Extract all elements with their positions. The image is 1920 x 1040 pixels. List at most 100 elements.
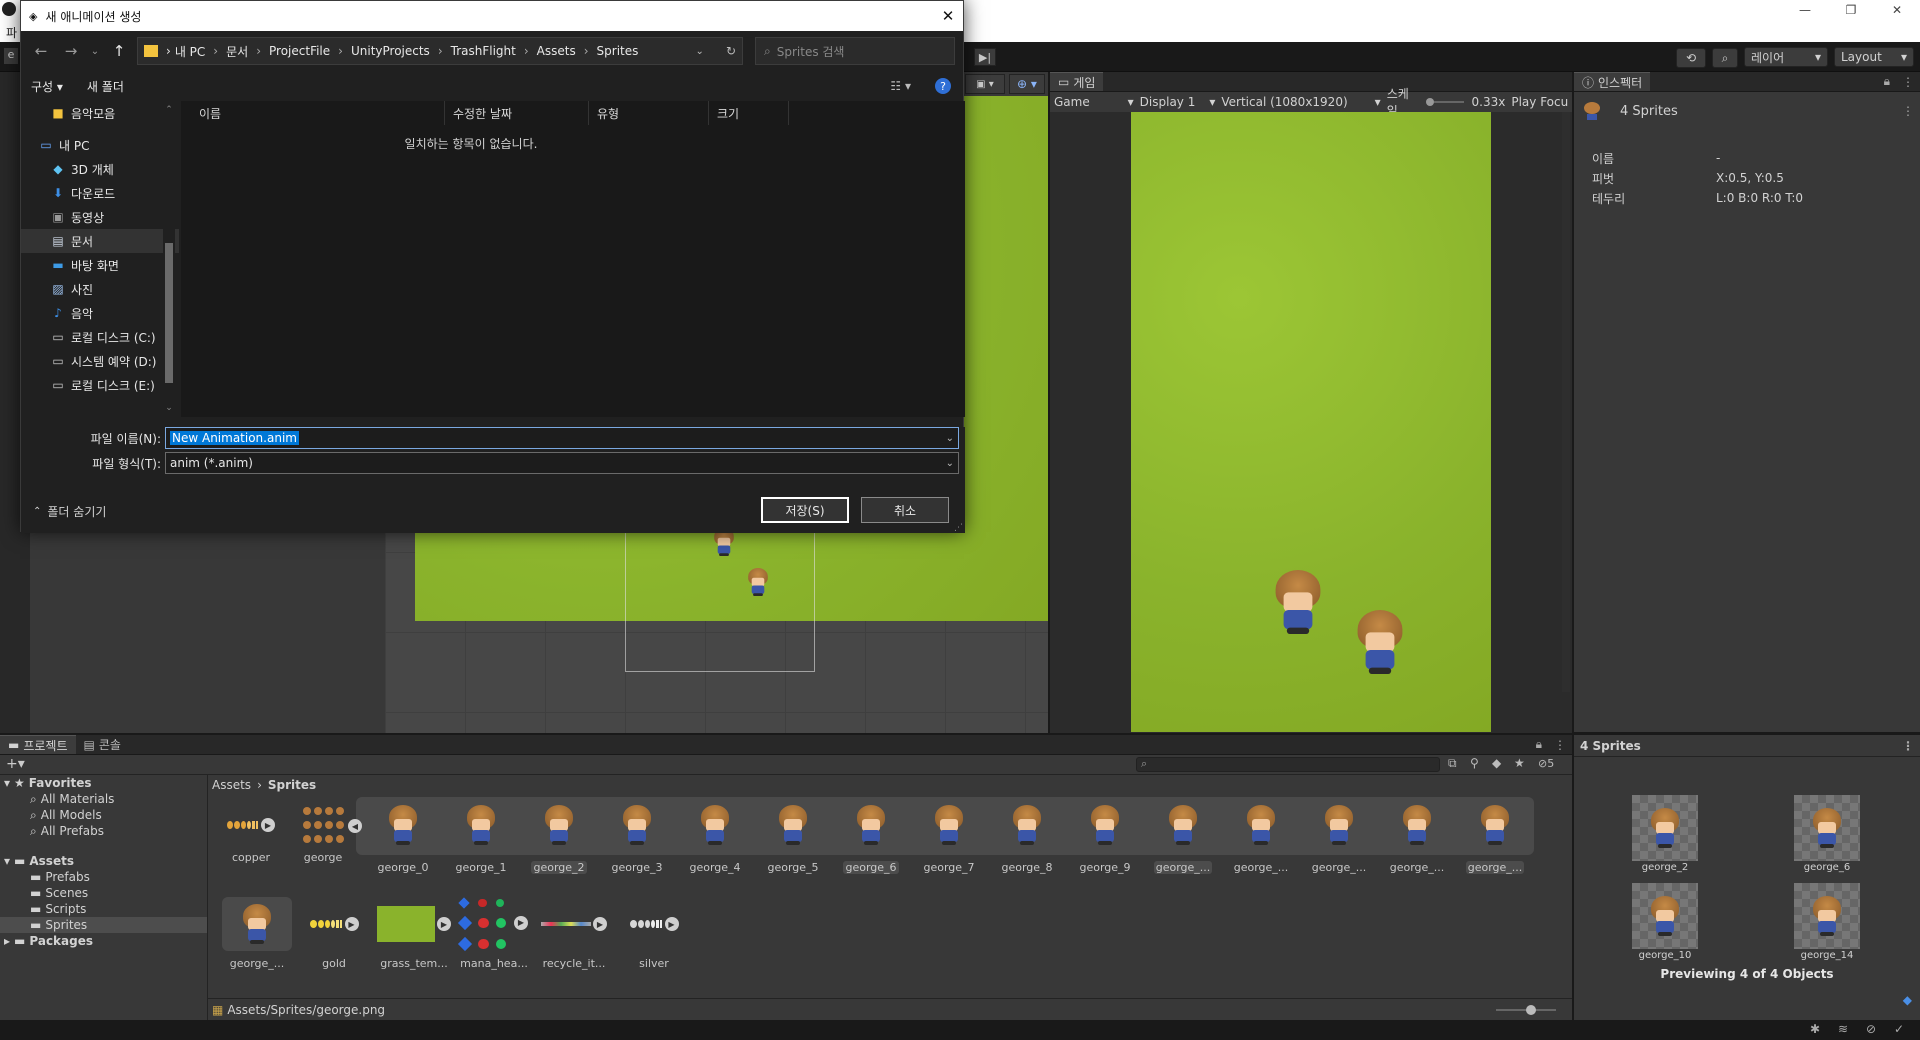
breadcrumb-item[interactable]: Sprites	[268, 778, 316, 792]
resize-grip-icon[interactable]: ⋰	[954, 523, 963, 533]
sprite-asset[interactable]: george_...	[1300, 805, 1378, 874]
help-icon[interactable]: ?	[935, 78, 951, 94]
expand-arrow-icon[interactable]: ▶	[437, 917, 451, 931]
hidden-packages-toggle[interactable]: ⊘5	[1538, 757, 1554, 770]
tab-inspector[interactable]: ⓘ 인스펙터	[1574, 72, 1651, 91]
filter-by-label-icon[interactable]: ⚲	[1470, 756, 1479, 770]
address-crumb[interactable]: 문서	[226, 43, 248, 60]
sprite-asset[interactable]: george_5	[754, 805, 832, 874]
nav-tree-item[interactable]: ▭ 내 PC	[21, 133, 179, 157]
lock-icon[interactable]: 🔒︎	[1878, 74, 1896, 91]
thumbnail-size-slider[interactable]	[1496, 1004, 1556, 1015]
address-crumb[interactable]: Assets	[537, 44, 576, 58]
layers-stack-icon[interactable]: ≋	[1838, 1022, 1848, 1036]
scene-character-sprite[interactable]	[746, 568, 770, 596]
asset-george-single[interactable]: george_...	[222, 897, 292, 970]
assets-folder[interactable]: ▾ ▬ Assets	[0, 853, 207, 869]
sprite-asset[interactable]: george_...	[1144, 805, 1222, 874]
nav-tree-item[interactable]: ▣ 동영상	[21, 205, 179, 229]
nav-tree-item[interactable]: ▬ 바탕 화면	[21, 253, 179, 277]
nav-tree-item[interactable]: ▨ 사진	[21, 277, 179, 301]
expand-arrow-icon[interactable]: ▶	[514, 915, 528, 930]
scroll-up-icon[interactable]: ⌃	[163, 105, 175, 115]
asset-grass-tile[interactable]: ▶ grass_tem...	[376, 897, 452, 970]
resolution-dropdown[interactable]: Vertical (1080x1920) ▾	[1221, 95, 1380, 109]
sprite-asset[interactable]: george_3	[598, 805, 676, 874]
favorite-item[interactable]: ⌕ All Prefabs	[0, 823, 207, 839]
folder-item[interactable]: ▬ Scripts	[0, 901, 207, 917]
asset-mana-health[interactable]: ▶ mana_hea...	[456, 897, 532, 970]
sprite-asset[interactable]: george_2	[520, 805, 598, 874]
address-crumb[interactable]: Sprites	[597, 44, 639, 58]
asset-label-icon[interactable]: ◆	[1903, 993, 1912, 1007]
address-crumb[interactable]: UnityProjects	[351, 44, 430, 58]
tool-fragment[interactable]: e	[4, 48, 18, 64]
close-window-icon[interactable]: ✕	[1874, 0, 1920, 20]
game-mode-dropdown[interactable]: Game ▾	[1054, 95, 1134, 109]
nav-tree-item[interactable]: ■ 음악모음	[21, 101, 179, 125]
address-crumb[interactable]: ProjectFile	[269, 44, 330, 58]
tab-console[interactable]: ▤ 콘솔	[75, 735, 129, 754]
forward-arrow-icon[interactable]: →	[59, 39, 83, 63]
sprite-asset[interactable]: george_1	[442, 805, 520, 874]
organize-button[interactable]: 구성 ▾	[31, 78, 63, 95]
play-focus-dropdown[interactable]: Play Focu	[1511, 95, 1568, 109]
asset-gold[interactable]: ▶ gold	[296, 897, 372, 970]
menu-fragment[interactable]: 파	[6, 24, 17, 41]
scroll-down-icon[interactable]: ⌄	[163, 403, 175, 413]
step-button[interactable]: ▶|	[974, 48, 996, 66]
filename-input[interactable]: New Animation.anim ⌄	[165, 427, 959, 449]
project-search-input[interactable]: ⌕	[1136, 757, 1440, 772]
expand-arrow-icon[interactable]: ▶	[664, 917, 679, 931]
new-folder-button[interactable]: 새 폴더	[87, 78, 124, 95]
asset-silver[interactable]: ▶ silver	[616, 897, 692, 970]
history-icon[interactable]: ⟲	[1676, 48, 1706, 68]
kebab-menu-icon[interactable]: ⋮	[1902, 104, 1914, 118]
nav-tree-item[interactable]: ▭ 로컬 디스크 (E:)	[21, 373, 179, 397]
address-crumb[interactable]: 내 PC	[175, 43, 205, 60]
packages-folder[interactable]: ▸ ▬ Packages	[0, 933, 207, 949]
chevron-down-icon[interactable]: ⌄	[696, 46, 704, 57]
layout-dropdown[interactable]: Layout ▾	[1834, 47, 1914, 67]
navigation-scrollbar[interactable]: ⌃ ⌄	[163, 105, 175, 413]
nav-tree-item[interactable]: ▤ 문서	[21, 229, 179, 253]
up-arrow-icon[interactable]: ↑	[107, 39, 131, 63]
column-name[interactable]: 이름	[181, 101, 445, 125]
filetype-select[interactable]: anim (*.anim) ⌄	[165, 452, 959, 474]
check-circle-icon[interactable]: ✓	[1894, 1022, 1904, 1036]
game-scrollbar[interactable]	[1562, 112, 1570, 692]
expand-arrow-icon[interactable]: ▶	[593, 917, 607, 931]
sprite-asset[interactable]: george_...	[1222, 805, 1300, 874]
refresh-icon[interactable]: ↻	[726, 44, 736, 58]
search-box[interactable]: ⌕ Sprites 검색	[755, 37, 955, 65]
asset-copper[interactable]: ▶ copper	[212, 805, 290, 864]
close-icon[interactable]: ✕	[933, 7, 963, 25]
chevron-right-icon[interactable]: ›	[584, 44, 589, 58]
sprite-asset[interactable]: george_9	[1066, 805, 1144, 874]
expand-arrow-icon[interactable]: ▶	[261, 818, 275, 832]
kebab-menu-icon[interactable]: ⋮	[1548, 738, 1572, 754]
cache-server-icon[interactable]: ⊘	[1866, 1022, 1876, 1036]
lock-icon[interactable]: 🔒︎	[1530, 737, 1548, 754]
favorites-header[interactable]: ▾ ★ Favorites	[0, 775, 207, 791]
column-size[interactable]: 크기	[709, 101, 789, 125]
view-options-icon[interactable]: ☷ ▾	[890, 79, 911, 93]
nav-tree-item[interactable]: ♪ 음악	[21, 301, 179, 325]
search-icon[interactable]: ⌕	[1712, 48, 1738, 68]
address-crumb[interactable]: TrashFlight	[451, 44, 516, 58]
sprite-asset[interactable]: george_6	[832, 805, 910, 874]
recent-locations-icon[interactable]: ⌄	[89, 39, 101, 63]
address-bar[interactable]: › 내 PC › 문서 › ProjectFile › UnityProjects › Tras…	[137, 37, 743, 65]
sprite-asset[interactable]: george_...	[1456, 805, 1534, 874]
folder-item-selected[interactable]: ▬ Sprites	[0, 917, 207, 933]
asset-george[interactable]: george	[290, 805, 356, 864]
debug-icon[interactable]: ✱	[1810, 1022, 1820, 1036]
expand-arrow-icon[interactable]: ▶	[344, 917, 359, 931]
scrollbar-thumb[interactable]	[165, 243, 173, 383]
maximize-icon[interactable]: ❐	[1828, 0, 1874, 20]
tab-game[interactable]: ▭ 게임	[1050, 72, 1104, 91]
chevron-right-icon[interactable]: ›	[256, 44, 261, 58]
gizmos-icon[interactable]: ⊕ ▾	[1009, 74, 1045, 94]
minimize-icon[interactable]: —	[1782, 0, 1828, 20]
layers-dropdown[interactable]: 레이어 ▾	[1744, 47, 1828, 67]
